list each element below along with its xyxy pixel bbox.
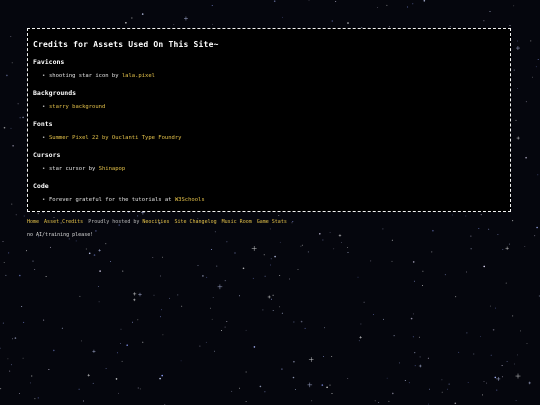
bullet-icon: • bbox=[42, 135, 46, 141]
page: Credits for Assets Used On This Site~ Fa… bbox=[0, 0, 540, 405]
credit-link[interactable]: lala.pixel bbox=[122, 73, 155, 79]
credit-text: Forever grateful for the tutorials at bbox=[49, 197, 175, 203]
section-heading: Backgrounds bbox=[33, 89, 77, 97]
credit-link[interactable]: W3Schools bbox=[175, 197, 205, 203]
bullet-icon: • bbox=[42, 197, 46, 203]
section-heading: Favicons bbox=[33, 58, 65, 66]
page-title: Credits for Assets Used On This Site~ bbox=[33, 40, 219, 49]
footer-link-game-stats[interactable]: Game Stats bbox=[257, 219, 287, 225]
credit-link[interactable]: Shinapop bbox=[99, 166, 126, 172]
section-heading: Cursors bbox=[33, 151, 61, 159]
no-ai-notice: no AI/training please! bbox=[27, 232, 94, 238]
footer-link-home[interactable]: Home bbox=[27, 219, 39, 225]
bullet-icon: • bbox=[42, 104, 46, 110]
footer-nav: Home Asset Credits Proudly hosted by Neoci… bbox=[27, 219, 287, 225]
list-item: • Summer Pixel 22 by Ouclanti Type Foundr… bbox=[42, 135, 504, 142]
list-item: • Forever grateful for the tutorials at W… bbox=[42, 197, 504, 204]
credit-text: shooting star icon by bbox=[49, 73, 122, 79]
hosted-by-text: Proudly hosted by bbox=[88, 219, 143, 225]
footer-link-music-room[interactable]: Music Room bbox=[222, 219, 252, 225]
credit-link[interactable]: Summer Pixel 22 by Ouclanti Type Foundry bbox=[49, 135, 181, 141]
section-list: • starry background bbox=[33, 104, 504, 111]
credit-link[interactable]: starry background bbox=[49, 104, 105, 110]
section-list: • star cursor by Shinapop bbox=[33, 166, 504, 173]
credit-sections: Favicons • shooting star icon by lala.pixe… bbox=[33, 58, 504, 204]
footer-link-site-changelog[interactable]: Site Changelog bbox=[174, 219, 216, 225]
credit-text: star cursor by bbox=[49, 166, 99, 172]
credits-panel: Credits for Assets Used On This Site~ Fa… bbox=[27, 28, 511, 212]
section-list: • Forever grateful for the tutorials at W… bbox=[33, 197, 504, 204]
footer-link-neocities[interactable]: Neocities bbox=[142, 219, 169, 225]
bullet-icon: • bbox=[42, 166, 46, 172]
list-item: • shooting star icon by lala.pixel bbox=[42, 73, 504, 80]
section-heading: Code bbox=[33, 182, 49, 190]
section-list: • shooting star icon by lala.pixel bbox=[33, 73, 504, 80]
list-item: • star cursor by Shinapop bbox=[42, 166, 504, 173]
list-item: • starry background bbox=[42, 104, 504, 111]
section-list: • Summer Pixel 22 by Ouclanti Type Foundr… bbox=[33, 135, 504, 142]
bullet-icon: • bbox=[42, 73, 46, 79]
footer-link-asset-credits[interactable]: Asset Credits bbox=[44, 219, 83, 225]
section-heading: Fonts bbox=[33, 120, 53, 128]
